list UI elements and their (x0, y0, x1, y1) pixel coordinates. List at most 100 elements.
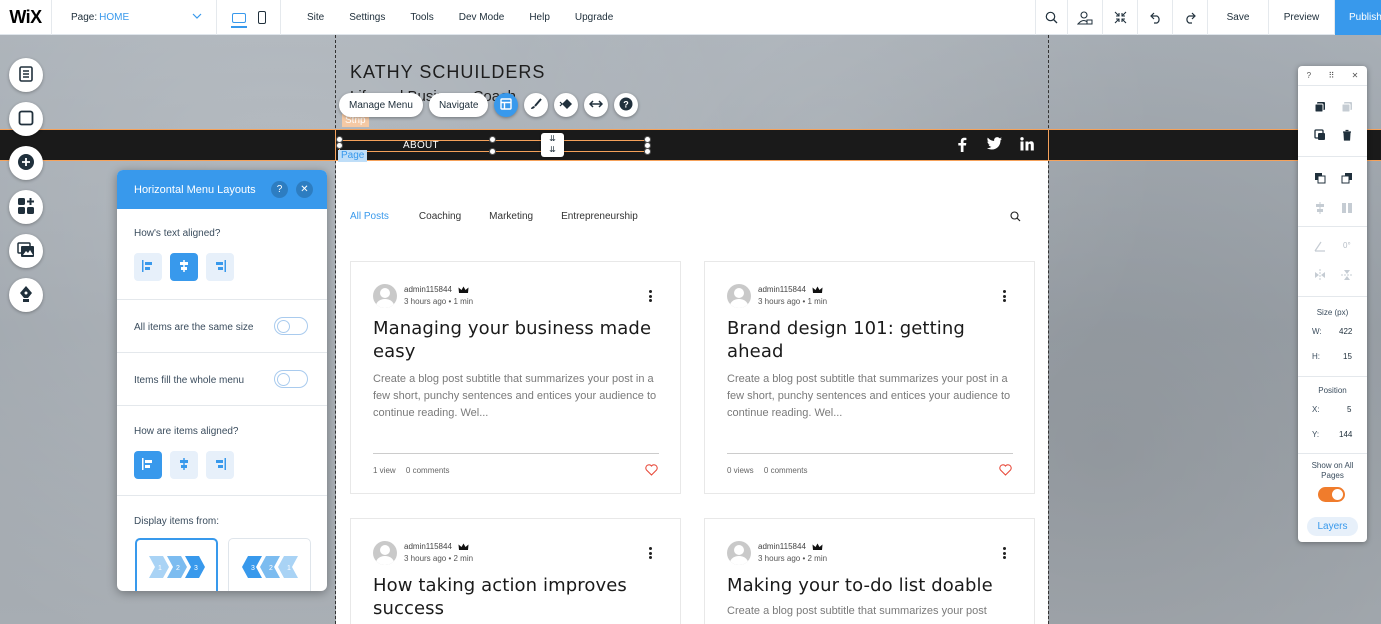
left-to-right-option[interactable]: 1 2 3 (135, 538, 218, 591)
help-button[interactable]: ? (614, 93, 639, 117)
pages-button[interactable] (9, 58, 43, 92)
more-options-icon[interactable] (1003, 547, 1006, 561)
right-to-left-option[interactable]: 3 2 1 (228, 538, 311, 591)
same-size-toggle[interactable] (274, 317, 308, 335)
linkedin-icon[interactable] (1020, 137, 1034, 154)
align-right-button[interactable] (206, 253, 234, 281)
layout-button[interactable] (494, 93, 519, 117)
send-backward-icon[interactable] (1341, 172, 1353, 184)
mobile-icon[interactable] (257, 10, 266, 24)
duplicate-icon[interactable] (1314, 129, 1326, 141)
save-button[interactable]: Save (1207, 0, 1268, 35)
add-button[interactable] (9, 146, 43, 180)
manage-menu-button[interactable]: Manage Menu (339, 93, 423, 117)
menu-strip[interactable] (0, 129, 1381, 161)
y-value[interactable]: 144 (1339, 430, 1352, 439)
design-button[interactable] (524, 93, 549, 117)
wix-logo[interactable]: WiX (0, 0, 52, 35)
avatar[interactable] (727, 541, 751, 565)
menu-dev-mode[interactable]: Dev Mode (459, 12, 505, 23)
navigate-button[interactable]: Navigate (428, 93, 489, 117)
media-button[interactable] (9, 234, 43, 268)
post-title[interactable]: Managing your business made easy (373, 317, 663, 363)
resize-handle[interactable] (644, 148, 651, 155)
post-title[interactable]: Brand design 101: getting ahead (727, 317, 1017, 363)
align-center-button[interactable] (170, 253, 198, 281)
post-comments[interactable]: 0 comments (764, 466, 808, 475)
zoom-out-icon[interactable] (1102, 0, 1137, 35)
avatar[interactable] (373, 284, 397, 308)
heart-icon[interactable] (645, 464, 658, 479)
fill-menu-toggle[interactable] (274, 370, 308, 388)
category-entrepreneurship[interactable]: Entrepreneurship (561, 211, 638, 222)
blog-post-card[interactable]: admin115844 3 hours ago • 2 min How taki… (350, 518, 681, 624)
layers-button[interactable]: Layers (1307, 517, 1358, 536)
resize-handle[interactable] (489, 136, 496, 143)
delete-icon[interactable] (1341, 129, 1353, 141)
undo-icon[interactable] (1137, 0, 1172, 35)
more-options-icon[interactable] (649, 547, 652, 561)
stretch-handle[interactable]: ⇊ ⇊ (541, 133, 564, 157)
menu-settings[interactable]: Settings (349, 12, 385, 23)
horizontal-menu-layouts-panel: Horizontal Menu Layouts ? ✕ How's text a… (117, 170, 327, 591)
desktop-icon[interactable] (230, 12, 247, 28)
items-align-left-button[interactable] (134, 451, 162, 479)
blog-search-icon[interactable] (1010, 211, 1021, 225)
avatar[interactable] (727, 284, 751, 308)
menu-help[interactable]: Help (529, 12, 550, 23)
publish-button[interactable]: Publish (1334, 0, 1381, 35)
post-author[interactable]: admin115844 (404, 542, 452, 551)
width-value[interactable]: 422 (1339, 327, 1352, 336)
menu-site[interactable]: Site (307, 12, 324, 23)
close-icon[interactable]: ✕ (1352, 71, 1359, 80)
bring-forward-icon[interactable] (1314, 172, 1326, 184)
copy-icon[interactable] (1314, 101, 1326, 113)
facebook-icon[interactable] (957, 137, 967, 155)
blog-button[interactable] (9, 278, 43, 312)
category-marketing[interactable]: Marketing (489, 211, 533, 222)
post-comments[interactable]: 0 comments (406, 466, 450, 475)
more-options-icon[interactable] (1003, 290, 1006, 304)
height-value[interactable]: 15 (1343, 352, 1352, 361)
preview-button[interactable]: Preview (1268, 0, 1334, 35)
rotate-value[interactable]: 0° (1343, 241, 1351, 250)
category-all-posts[interactable]: All Posts (350, 211, 389, 222)
post-title[interactable]: Making your to-do list doable (727, 574, 1017, 597)
heart-icon[interactable] (999, 464, 1012, 479)
menu-upgrade[interactable]: Upgrade (575, 12, 613, 23)
search-icon[interactable] (1035, 0, 1067, 35)
align-left-button[interactable] (134, 253, 162, 281)
show-all-pages-toggle[interactable] (1318, 487, 1345, 502)
drag-handle-icon[interactable]: ⠿ (1328, 71, 1334, 80)
avatar[interactable] (373, 541, 397, 565)
menu-tools[interactable]: Tools (410, 12, 433, 23)
x-value[interactable]: 5 (1347, 405, 1351, 414)
resize-handle[interactable] (336, 142, 343, 149)
background-button[interactable] (9, 102, 43, 136)
blog-post-card[interactable]: admin115844 3 hours ago • 1 min Brand de… (704, 261, 1035, 494)
post-author[interactable]: admin115844 (758, 285, 806, 294)
twitter-icon[interactable] (987, 137, 1002, 153)
close-icon[interactable]: ✕ (296, 181, 313, 198)
help-icon[interactable]: ? (1307, 71, 1311, 80)
post-author[interactable]: admin115844 (758, 542, 806, 551)
help-icon[interactable]: ? (271, 181, 288, 198)
layout-icon (500, 97, 513, 113)
redo-icon[interactable] (1172, 0, 1207, 35)
stretch-button[interactable] (584, 93, 609, 117)
category-coaching[interactable]: Coaching (419, 211, 461, 222)
post-title[interactable]: How taking action improves success (373, 574, 663, 620)
items-align-center-button[interactable] (170, 451, 198, 479)
blog-post-card[interactable]: admin115844 3 hours ago • 1 min Managing… (350, 261, 681, 494)
add-apps-button[interactable] (9, 190, 43, 224)
site-title[interactable]: KATHY SCHUILDERS (350, 62, 545, 83)
width-label: W: (1312, 327, 1322, 336)
post-author[interactable]: admin115844 (404, 285, 452, 294)
more-options-icon[interactable] (649, 290, 652, 304)
resize-handle[interactable] (489, 148, 496, 155)
invite-user-icon[interactable] (1067, 0, 1102, 35)
items-align-right-button[interactable] (206, 451, 234, 479)
blog-post-card[interactable]: admin115844 3 hours ago • 2 min Making y… (704, 518, 1035, 624)
animation-button[interactable] (554, 93, 579, 117)
page-selector[interactable]: Page: HOME (52, 0, 217, 35)
